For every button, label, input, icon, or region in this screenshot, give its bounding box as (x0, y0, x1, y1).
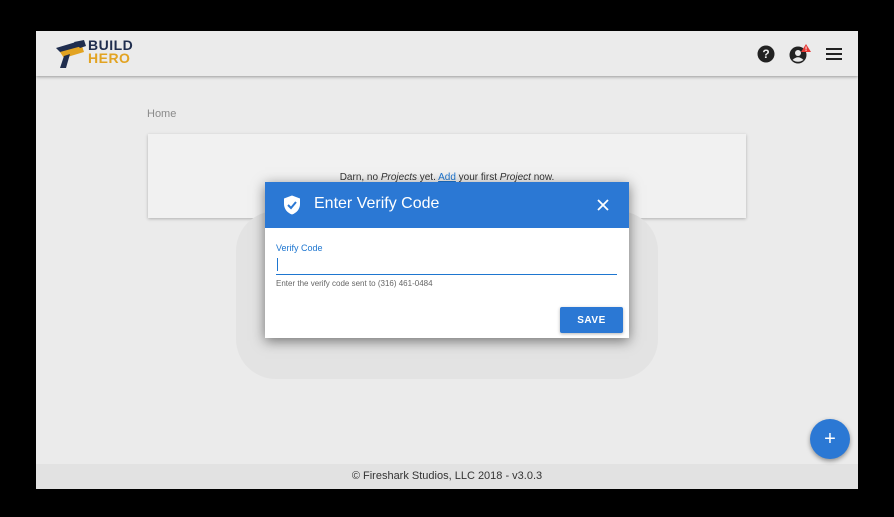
hammer-logo-icon (56, 40, 86, 68)
verify-code-label: Verify Code (276, 243, 323, 253)
logo-wordmark: BUILD HERO (88, 38, 133, 66)
top-actions: ? (754, 42, 846, 66)
help-icon[interactable]: ? (754, 42, 778, 66)
verify-code-input[interactable] (276, 254, 617, 275)
dialog-header: Enter Verify Code (265, 182, 629, 228)
verify-code-helper-text: Enter the verify code sent to (316) 461-… (276, 279, 433, 288)
menu-icon[interactable] (822, 42, 846, 66)
text-cursor (277, 258, 278, 271)
top-app-bar: BUILD HERO ? (36, 31, 858, 76)
shield-check-icon (284, 195, 300, 215)
footer-copyright: © Fireshark Studios, LLC 2018 - v3.0.3 (36, 464, 858, 489)
logo-line-hero: HERO (88, 50, 131, 66)
app-window: BUILD HERO ? Home Darn, no Projects yet.… (36, 31, 858, 489)
add-fab-button[interactable]: + (810, 419, 850, 459)
dialog-title: Enter Verify Code (314, 195, 440, 212)
svg-text:?: ? (762, 47, 769, 61)
verify-code-dialog: Enter Verify Code Verify Code Enter the … (265, 182, 629, 338)
breadcrumb[interactable]: Home (147, 108, 176, 120)
close-icon[interactable] (593, 194, 613, 216)
account-alert-icon[interactable] (788, 42, 812, 66)
build-hero-logo[interactable]: BUILD HERO (54, 38, 144, 70)
save-button[interactable]: SAVE (560, 307, 623, 333)
